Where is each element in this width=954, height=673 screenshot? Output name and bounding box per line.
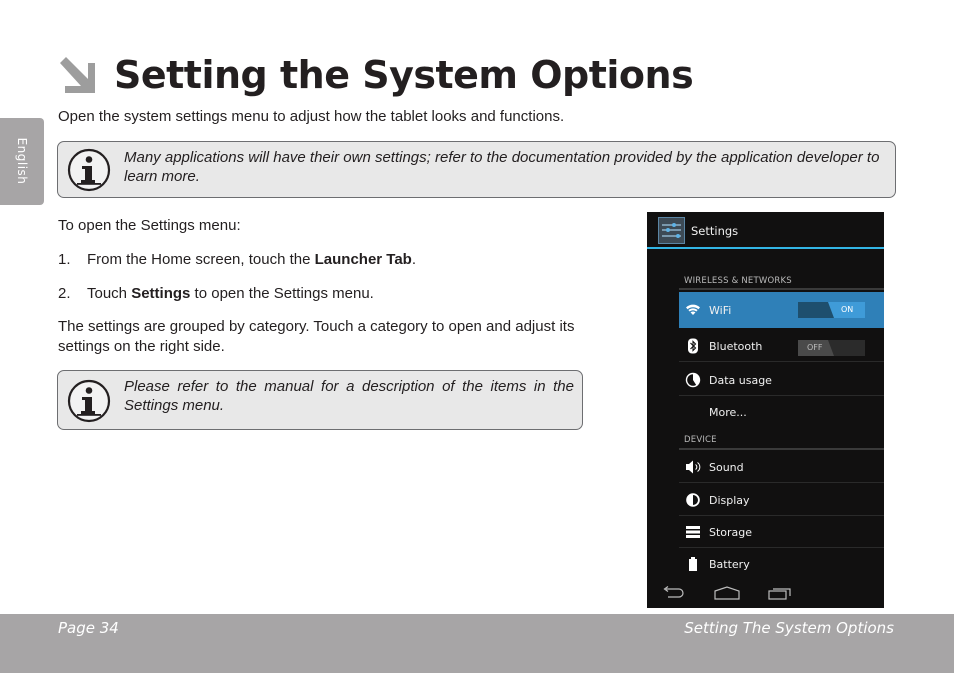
settings-app-icon [658, 217, 685, 244]
settings-item-bluetooth[interactable]: Bluetooth OFF [679, 330, 884, 362]
step-text-end: . [411, 251, 417, 268]
step-bold: Launcher Tab [314, 251, 412, 268]
info-note: Please refer to the manual for a descrip… [57, 370, 583, 430]
step-2: 2. Touch Settings to open the Settings me… [58, 284, 374, 304]
info-icon [67, 379, 111, 423]
open-settings-heading: To open the Settings menu: [58, 217, 241, 234]
settings-item-sound[interactable]: Sound [679, 451, 884, 483]
footer-section-title: Setting The System Options [684, 619, 894, 637]
page-title: Setting the System Options [114, 53, 694, 97]
settings-item-label: Display [709, 494, 750, 507]
step-bold: Settings [131, 285, 191, 302]
page-footer: Page 34 Setting The System Options [0, 614, 954, 673]
note-text: Many applications will have their own se… [124, 149, 880, 185]
recents-icon[interactable] [768, 586, 792, 600]
section-divider [679, 288, 884, 290]
home-icon[interactable] [714, 586, 740, 600]
storage-icon [686, 526, 700, 538]
settings-item-battery[interactable]: Battery [679, 548, 884, 580]
language-tab: English [0, 118, 44, 205]
data-usage-icon [685, 372, 701, 388]
arrow-down-right-icon [60, 57, 95, 93]
settings-item-wifi[interactable]: WiFi ON [679, 292, 884, 328]
info-note: Many applications will have their own se… [57, 141, 896, 198]
wifi-icon [686, 304, 700, 315]
settings-item-label: Bluetooth [709, 340, 763, 353]
bluetooth-icon [688, 338, 698, 354]
section-divider [679, 448, 884, 450]
step-1: 1. From the Home screen, touch the Launch… [58, 250, 416, 270]
intro-text: Open the system settings menu to adjust … [58, 108, 565, 125]
settings-item-label: Sound [709, 461, 744, 474]
navigation-bar [647, 578, 884, 608]
step-text: Touch [87, 285, 132, 302]
step-number: 1. [58, 251, 71, 268]
settings-item-label: Data usage [709, 374, 772, 387]
info-icon [67, 148, 111, 192]
bluetooth-toggle[interactable] [798, 340, 865, 356]
settings-item-display[interactable]: Display [679, 484, 884, 516]
settings-item-label: WiFi [709, 304, 732, 317]
page-number: Page 34 [58, 619, 119, 637]
settings-item-storage[interactable]: Storage [679, 516, 884, 548]
settings-item-more[interactable]: More... [679, 397, 884, 429]
settings-item-label: Storage [709, 526, 753, 539]
sound-icon [686, 460, 701, 474]
back-icon[interactable] [661, 586, 685, 600]
step-number: 2. [58, 285, 71, 302]
step-text-end: to open the Settings menu. [190, 285, 374, 302]
settings-item-data-usage[interactable]: Data usage [679, 364, 884, 396]
step-text: From the Home screen, touch the [87, 251, 315, 268]
battery-icon [689, 557, 697, 571]
section-heading-wireless: WIRELESS & NETWORKS [684, 276, 792, 286]
note-text: Please refer to the manual for a descrip… [124, 378, 574, 414]
page-header: Setting the System Options [58, 50, 694, 100]
settings-item-label: Battery [709, 558, 750, 571]
settings-screenshot: Settings WIRELESS & NETWORKS WiFi ON Blu… [647, 212, 884, 608]
section-heading-device: DEVICE [684, 435, 717, 445]
action-bar: Settings [647, 212, 884, 249]
wifi-toggle[interactable] [798, 302, 865, 318]
display-icon [686, 493, 700, 507]
action-bar-title: Settings [691, 224, 739, 238]
settings-item-label: More... [709, 406, 747, 419]
grouped-text: The settings are grouped by category. To… [58, 318, 575, 355]
language-tab-label: English [15, 137, 29, 185]
